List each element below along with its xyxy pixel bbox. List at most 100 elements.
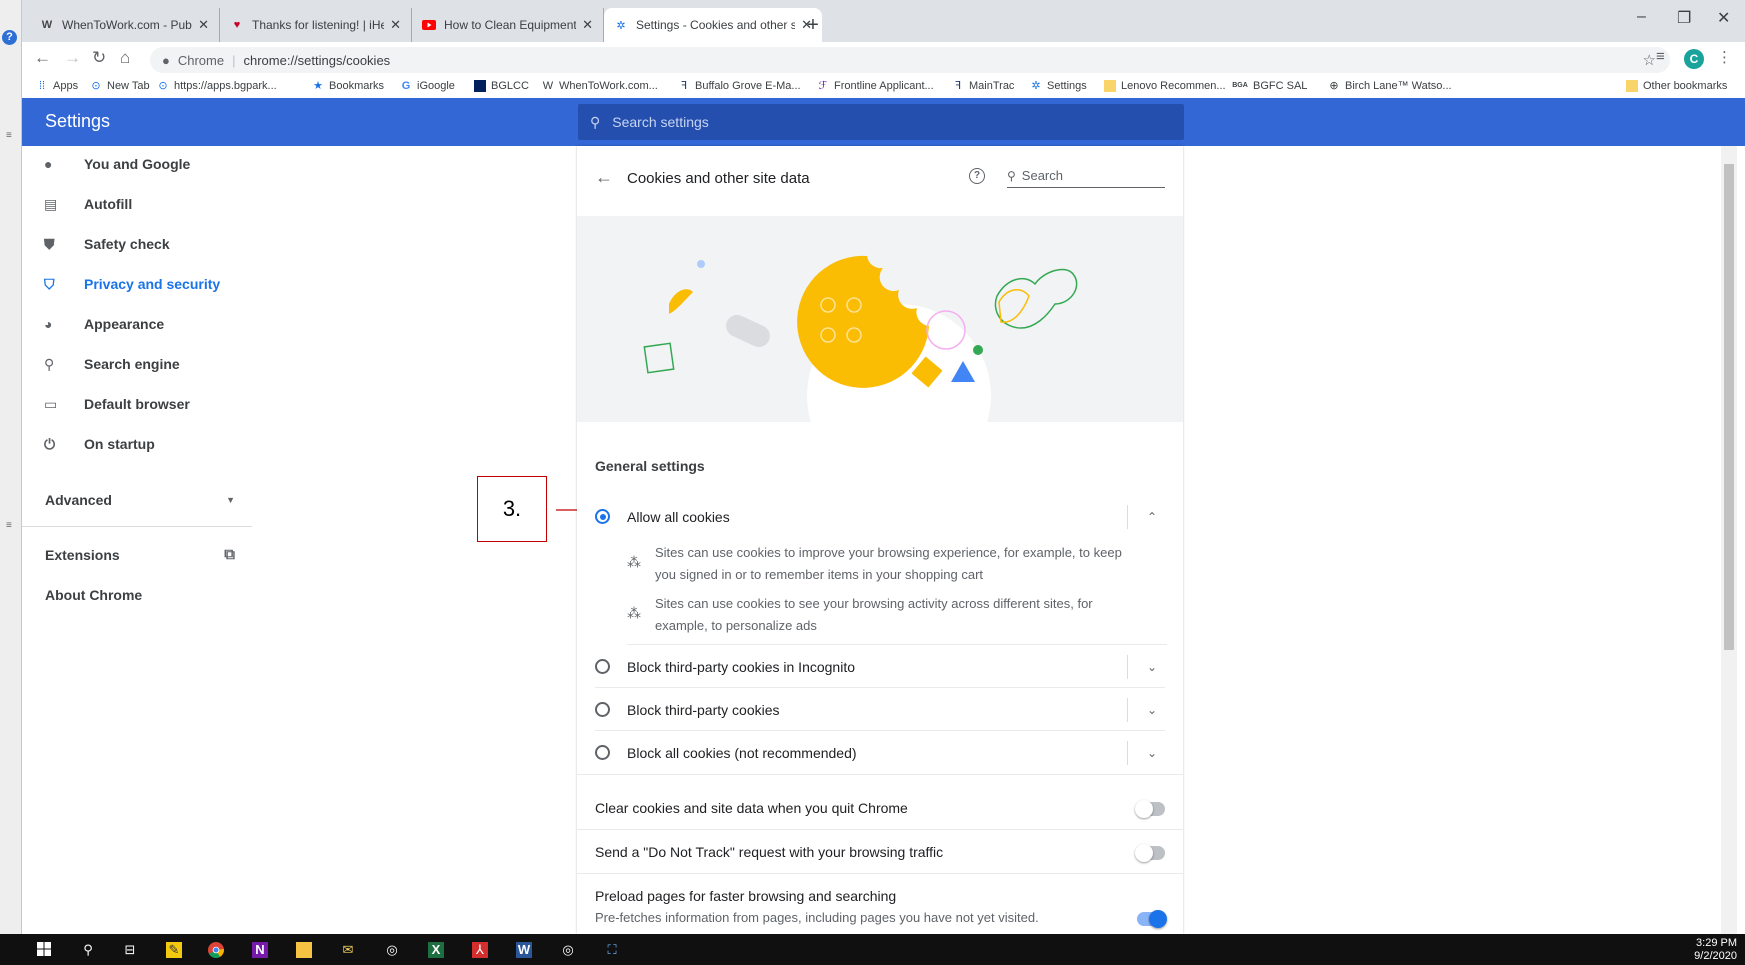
step-annotation: 3. [477,476,547,542]
bookmark-new-tab[interactable]: ⊙ New Tab [90,80,149,92]
app-icon[interactable]: ◎ [384,942,400,958]
sidebar-item-privacy-and-security[interactable]: ⛉ Privacy and security [22,266,252,302]
back-arrow-icon[interactable]: ← [595,167,613,188]
chrome-icon[interactable] [208,942,224,958]
windows-taskbar: ⚲ ⊟ ✎ N ✉ ◎ X ⅄ W ◎ ⛶ 3:29 PM 9/2/2020 [0,934,1745,965]
menu-icon[interactable]: ⋮ [1717,48,1732,66]
search-settings-input[interactable]: ⚲ Search settings [578,104,1184,140]
sidebar-item-appearance[interactable]: ◕ Appearance [22,306,252,342]
tab[interactable]: ♥ Thanks for listening! | iHeart ✕ [220,8,412,42]
general-settings-heading: General settings [595,458,705,474]
word-icon[interactable]: W [516,942,532,958]
radio-block-third-party[interactable] [595,702,610,717]
newtab-icon: ⊙ [91,80,101,92]
sidebar-item-extensions[interactable]: Extensions ⧉ [45,546,235,563]
system-clock[interactable]: 3:29 PM 9/2/2020 [1694,937,1737,963]
home-icon[interactable]: ⌂ [120,48,130,68]
tab-active[interactable]: ✲ Settings - Cookies and other site ✕ [604,8,822,42]
sidebar-item-you-and-google[interactable]: ● You and Google [22,146,252,182]
bookmark-apps-bgpark[interactable]: ⊙ https://apps.bgpark... [157,80,276,92]
media-control-icon[interactable]: ≡ [1656,48,1665,65]
option-allow-all-cookies[interactable]: Allow all cookies ⌃ [577,495,1183,538]
chevron-down-icon[interactable]: ⌄ [1147,703,1157,717]
tab[interactable]: How to Clean Equipment at Lake ✕ [412,8,604,42]
radio-block-all-cookies[interactable] [595,745,610,760]
bookmark-buffalo-grove[interactable]: ꟻ Buffalo Grove E-Ma... [678,80,801,92]
sidebar-item-safety-check[interactable]: ⛊ Safety check [22,226,252,262]
toggle-row-clear-on-quit[interactable]: Clear cookies and site data when you qui… [595,800,1165,818]
task-view-icon[interactable]: ⊟ [122,942,138,958]
subpage-search-input[interactable]: ⚲ Search [1007,164,1165,188]
bookmark-frontline[interactable]: ℱ Frontline Applicant... [817,80,934,92]
toggle-clear-on-quit[interactable] [1135,800,1165,818]
detail-text: Sites can use cookies to improve your br… [655,545,1122,582]
cookie-icon: ⁂ [627,554,641,570]
site-icon: ⊙ [158,80,168,92]
close-tab-icon[interactable]: ✕ [198,17,209,33]
help-icon[interactable]: ? [969,168,985,184]
apps-grid-icon: ⁞⁞ [38,80,46,92]
other-bookmarks[interactable]: Other bookmarks [1626,80,1727,92]
sidebar-item-search-engine[interactable]: ⚲ Search engine [22,346,252,382]
file-explorer-icon[interactable] [296,942,312,958]
acrobat-icon[interactable]: ⅄ [472,942,488,958]
address-bar[interactable]: ● Chrome | chrome://settings/cookies ☆ [150,47,1670,73]
chevron-down-icon[interactable]: ⌄ [1147,660,1157,674]
option-label: Block third-party cookies [627,701,780,718]
network-icon[interactable]: ⛶ [604,942,620,958]
close-tab-icon[interactable]: ✕ [390,17,401,33]
chevron-up-icon[interactable]: ⌃ [1147,510,1157,524]
close-tab-icon[interactable]: ✕ [582,17,593,33]
new-tab-button[interactable]: + [800,12,826,38]
toggle-row-do-not-track[interactable]: Send a "Do Not Track" request with your … [595,844,1165,862]
bookmark-maintrac[interactable]: ꟻ MainTrac [952,80,1015,92]
bookmark-star-icon[interactable]: ☆ [1643,51,1656,69]
bookmark-bookmarks[interactable]: ★ Bookmarks [312,80,384,92]
option-block-third-party-incognito[interactable]: Block third-party cookies in Incognito ⌄ [577,645,1183,688]
option-block-all-cookies[interactable]: Block all cookies (not recommended) ⌄ [577,731,1183,774]
tab[interactable]: W WhenToWork.com - Published Sc ✕ [30,8,220,42]
mail-icon[interactable]: ✉ [340,942,356,958]
close-window-button[interactable]: ✕ [1717,8,1730,28]
reload-icon[interactable]: ↻ [92,48,106,68]
bookmark-apps[interactable]: ⁞⁞ Apps [36,80,78,92]
sidebar-item-on-startup[interactable]: ⏻ On startup [22,426,252,462]
bookmark-igoogle[interactable]: GiGoogle [400,80,455,92]
toggle-do-not-track[interactable] [1135,844,1165,862]
bookmark-lenovo[interactable]: Lenovo Recommen... [1104,80,1226,92]
bookmark-bglcc[interactable]: BGLCC [474,80,529,92]
scrollbar-thumb[interactable] [1724,164,1734,650]
minimize-button[interactable]: – [1637,8,1646,26]
bookmark-settings[interactable]: ✲ Settings [1030,80,1086,92]
back-icon[interactable]: ← [34,48,51,68]
sticky-notes-icon[interactable]: ✎ [166,942,182,958]
row-divider [1127,504,1128,529]
bookmark-birch-lane[interactable]: ⊕ Birch Lane™ Watso... [1328,80,1451,92]
radio-allow-all-cookies[interactable] [595,509,610,524]
restore-button[interactable]: ❐ [1677,8,1691,28]
toggle-preload-pages[interactable] [1137,910,1167,928]
avatar[interactable]: C [1684,49,1704,69]
onenote-icon[interactable]: N [252,942,268,958]
detail-text: Sites can use cookies to see your browsi… [655,596,1093,633]
sidebar-item-about-chrome[interactable]: About Chrome [45,587,142,603]
page-scrollbar[interactable] [1721,146,1737,934]
forward-icon[interactable]: → [64,48,81,68]
chevron-down-icon[interactable]: ⌄ [1147,746,1157,760]
google-icon: G [401,80,411,92]
page-title: Settings [45,111,111,131]
sidebar-item-default-browser[interactable]: ▭ Default browser [22,386,252,422]
sidebar-item-autofill[interactable]: ▤ Autofill [22,186,252,222]
sidebar-item-advanced[interactable]: Advanced ▼ [45,492,235,508]
help-badge-icon[interactable]: ? [2,30,17,45]
search-icon[interactable]: ⚲ [80,942,96,958]
youtube-icon [422,18,436,32]
toggle-row-preload-pages[interactable]: Preload pages for faster browsing and se… [595,888,1167,928]
bookmark-bgfc-sal[interactable]: BGA BGFC SAL [1232,80,1307,92]
option-block-third-party[interactable]: Block third-party cookies ⌄ [577,688,1183,731]
radio-block-third-party-incognito[interactable] [595,659,610,674]
app-icon[interactable]: ◎ [560,942,576,958]
excel-icon[interactable]: X [428,942,444,958]
bookmark-whentowork[interactable]: W WhenToWork.com... [542,80,658,92]
windows-start-icon[interactable] [36,942,52,958]
